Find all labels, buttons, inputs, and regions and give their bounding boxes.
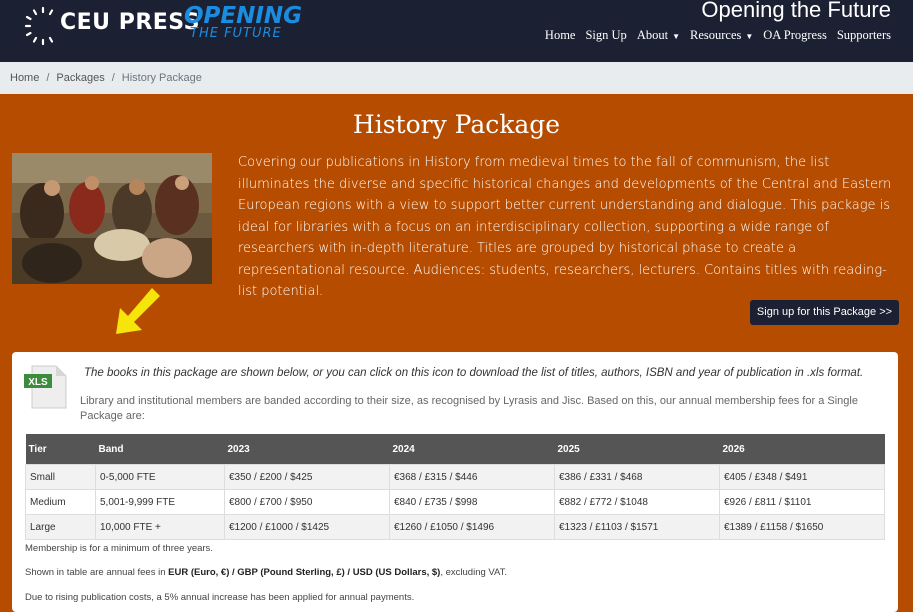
column-header-2025: 2025 [554, 434, 720, 465]
column-header-tier: Tier [25, 434, 96, 465]
table-cell: 0-5,000 FTE [95, 464, 225, 490]
table-cell: Medium [25, 489, 96, 515]
table-cell: €882 / £772 / $1048 [554, 489, 720, 515]
membership-fees-table: Tier Band 2023 2024 2025 2026 Small 0-5,… [25, 434, 885, 540]
column-header-2023: 2023 [224, 434, 390, 465]
package-description: Covering our publications in History fro… [238, 155, 892, 299]
download-note: The books in this package are shown belo… [84, 367, 864, 379]
table-cell: €1260 / £1050 / $1496 [389, 514, 555, 540]
table-cell: 5,001-9,999 FTE [95, 489, 225, 515]
logo-text: CEU PRESS [60, 10, 200, 35]
site-tagline: Opening the Future [701, 0, 891, 22]
site-header: CEU PRESS OPENING THE FUTURE Opening the… [0, 0, 913, 62]
footnote-currencies-pre: Shown in table are annual fees in [25, 567, 169, 578]
breadcrumb: Home / Packages / History Package [0, 62, 913, 94]
breadcrumb-current: History Package [121, 72, 202, 84]
table-row: Medium 5,001-9,999 FTE €800 / £700 / $95… [25, 489, 885, 515]
down-left-arrow-icon [116, 288, 160, 334]
table-cell: €1389 / £1158 / $1650 [719, 514, 885, 540]
nav-sign-up[interactable]: Sign Up [580, 28, 631, 43]
table-cell: €926 / £811 / $1101 [719, 489, 885, 515]
table-row: Small 0-5,000 FTE €350 / £200 / $425 €36… [25, 464, 885, 490]
nav-home[interactable]: Home [540, 28, 581, 43]
package-details-panel: XLS The books in this package are shown … [12, 352, 898, 612]
opening-logo-subtext: THE FUTURE [190, 26, 282, 41]
table-cell: €405 / £348 / $491 [719, 464, 885, 490]
signup-package-button[interactable]: Sign up for this Package >> [750, 300, 899, 325]
table-cell: Small [25, 464, 96, 490]
table-row: Large 10,000 FTE + €1200 / £1000 / $1425… [25, 514, 885, 540]
nav-oa-progress[interactable]: OA Progress [758, 28, 832, 43]
table-cell: Large [25, 514, 96, 540]
page-title: History Package [352, 110, 561, 139]
table-cell: 10,000 FTE + [95, 514, 225, 540]
footnote-currencies-post: , excluding VAT. [440, 567, 508, 578]
nav-supporters[interactable]: Supporters [832, 28, 896, 43]
nav-about-label: About [636, 28, 669, 42]
footnote-currencies-bold: EUR (Euro, €) / GBP (Pound Sterling, £) … [168, 567, 441, 578]
table-cell: €800 / £700 / $950 [224, 489, 390, 515]
table-header-row: Tier Band 2023 2024 2025 2026 [25, 434, 885, 465]
opening-logo-text: OPENING [184, 3, 303, 29]
footnote-annual-increase: Due to rising publication costs, a 5% an… [25, 592, 415, 603]
table-cell: €368 / £315 / $446 [389, 464, 555, 490]
nav-resources[interactable]: Resources ▼ [685, 28, 758, 43]
main-content: History Package Covering our publication… [0, 94, 913, 612]
table-cell: €386 / £331 / $468 [554, 464, 720, 490]
main-nav: Home Sign Up About ▼ Resources ▼ OA Progre… [540, 28, 896, 43]
column-header-band: Band [95, 434, 225, 465]
table-cell: €1200 / £1000 / $1425 [224, 514, 390, 540]
banding-note: Library and institutional members are ba… [80, 395, 858, 422]
table-cell: €840 / £735 / $998 [389, 489, 555, 515]
breadcrumb-home[interactable]: Home [10, 72, 39, 84]
nav-sign-up-label: Sign Up [585, 28, 627, 42]
nav-resources-label: Resources [689, 28, 742, 42]
footnote-minimum-term: Membership is for a minimum of three yea… [25, 543, 213, 554]
xls-label: XLS [28, 377, 48, 388]
table-cell: €350 / £200 / $425 [224, 464, 390, 490]
caret-down-icon: ▼ [672, 31, 680, 41]
breadcrumb-separator: / [111, 72, 115, 84]
breadcrumb-packages[interactable]: Packages [56, 72, 104, 84]
nav-about[interactable]: About ▼ [632, 28, 685, 43]
column-header-2026: 2026 [719, 434, 885, 465]
ceu-press-logo-icon [24, 6, 54, 46]
nav-home-label: Home [544, 28, 576, 42]
caret-down-icon: ▼ [745, 31, 754, 41]
column-header-2024: 2024 [389, 434, 555, 465]
nav-supporters-label: Supporters [836, 28, 891, 42]
table-cell: €1323 / £1103 / $1571 [554, 514, 720, 540]
package-painting-image [12, 153, 212, 284]
xls-file-icon[interactable]: XLS [24, 364, 68, 410]
footnote-currencies: Shown in table are annual fees in EUR (E… [25, 567, 507, 578]
nav-oa-progress-label: OA Progress [763, 28, 827, 42]
breadcrumb-separator: / [46, 72, 50, 84]
